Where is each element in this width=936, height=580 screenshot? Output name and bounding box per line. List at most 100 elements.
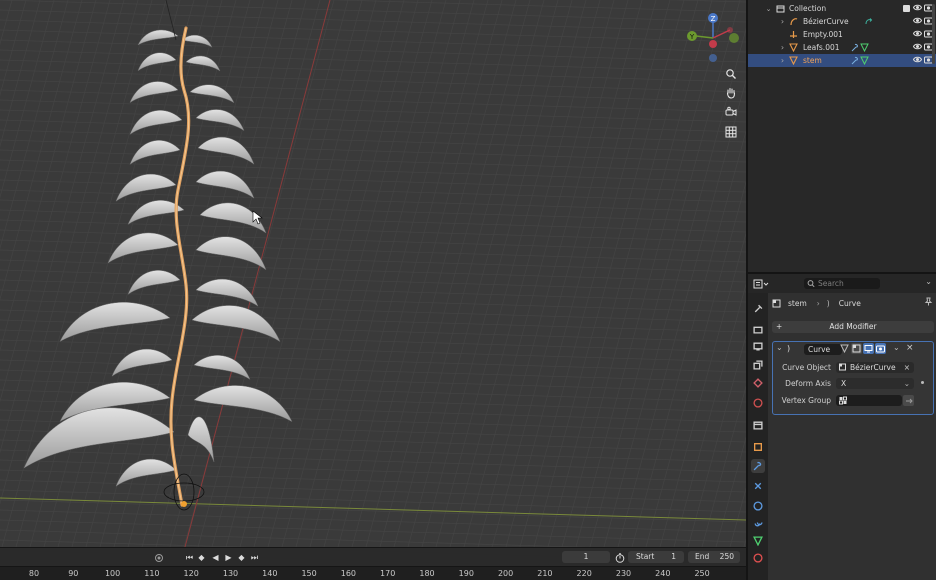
add-modifier-button[interactable]: + Add Modifier	[772, 321, 934, 333]
world-icon	[753, 398, 763, 408]
properties-search-input[interactable]: Search	[804, 278, 880, 289]
grid-ortho-icon	[725, 126, 737, 138]
pin-icon[interactable]	[924, 297, 933, 308]
outliner-item[interactable]: Empty.001	[748, 28, 936, 41]
tool-icon	[754, 304, 763, 313]
tab-object[interactable]	[751, 440, 765, 454]
chevron-right-icon[interactable]: ›	[778, 43, 787, 52]
eye-icon[interactable]	[912, 16, 923, 27]
modifier-menu-icon[interactable]: ⌄	[893, 343, 900, 352]
frame-ruler[interactable]: 80 90 100 110 120 130 140 150 160 170 180 190 200 210…	[0, 566, 746, 580]
eye-icon[interactable]	[912, 3, 923, 14]
end-frame-field[interactable]: End 250	[688, 551, 740, 563]
outliner-item[interactable]: › BézierCurve	[748, 15, 936, 28]
zoom-icon	[726, 69, 736, 79]
on-cage-icon[interactable]	[839, 343, 850, 354]
start-value: 1	[671, 552, 676, 561]
clear-field-icon[interactable]: ×	[904, 362, 910, 373]
tab-render[interactable]	[751, 322, 765, 336]
deform-axis-value: X	[841, 379, 847, 388]
eye-icon[interactable]	[912, 42, 923, 53]
outliner-item[interactable]: › stem	[748, 54, 936, 67]
tab-data[interactable]	[751, 534, 765, 548]
checkbox-icon[interactable]	[903, 5, 910, 12]
search-icon	[807, 278, 815, 292]
stopwatch-icon	[615, 552, 624, 563]
jump-end-icon: ⏭	[250, 552, 259, 562]
jump-end-button[interactable]: ⏭	[249, 552, 260, 563]
leaf-26	[187, 416, 215, 463]
tab-tool[interactable]	[751, 301, 765, 315]
leaf-1	[137, 29, 179, 46]
tab-output[interactable]	[751, 339, 765, 353]
ruler-tick-220: 220	[576, 569, 592, 578]
tab-constraints[interactable]	[751, 516, 765, 530]
modifier-wrench-icon	[753, 461, 762, 471]
tab-material[interactable]	[751, 551, 765, 565]
start-frame-field[interactable]: Start 1	[628, 551, 684, 563]
tab-world[interactable]	[751, 396, 765, 410]
ruler-tick-80: 80	[28, 569, 40, 578]
jump-start-button[interactable]: ⏮	[184, 552, 195, 563]
play-reverse-button[interactable]: ◀	[210, 552, 221, 563]
prev-keyframe-button[interactable]: ◆	[196, 552, 207, 563]
start-label: Start	[636, 552, 655, 561]
remove-modifier-icon[interactable]: ×	[906, 343, 914, 353]
ruler-tick-240: 240	[655, 569, 671, 578]
keyframe-dot-button[interactable]	[153, 552, 164, 563]
eye-icon[interactable]	[912, 55, 923, 66]
keyframe-dot-icon[interactable]	[921, 381, 924, 384]
invert-vertex-group-button[interactable]	[903, 395, 914, 406]
record-icon	[154, 553, 163, 562]
properties-tabs	[748, 293, 768, 580]
realtime-display-icon[interactable]	[863, 343, 874, 354]
edit-mode-icon[interactable]	[851, 343, 862, 354]
curve-object-field[interactable]: BézierCurve ×	[836, 362, 914, 373]
outliner-item[interactable]: › Leafs.001	[748, 41, 936, 54]
tab-scene[interactable]	[751, 376, 765, 390]
outliner-scrollbar[interactable]	[932, 4, 935, 64]
ruler-tick-180: 180	[419, 569, 435, 578]
end-label: End	[695, 552, 710, 561]
blender-window: { "viewport": { "navigation": { "z_axis"…	[0, 0, 936, 580]
wrench-icon	[851, 56, 869, 65]
y-axis-line	[184, 0, 331, 547]
ortho-toggle-button[interactable]	[723, 124, 739, 140]
collection-row[interactable]: ⌄ Collection	[748, 2, 936, 15]
editor-type-button[interactable]	[753, 278, 771, 289]
current-frame-field[interactable]: 1	[562, 551, 610, 563]
play-button[interactable]: ▶	[223, 552, 234, 563]
chevron-right-icon[interactable]: ›	[778, 17, 787, 26]
next-keyframe-button[interactable]: ◆	[236, 552, 247, 563]
leaf-11	[115, 173, 177, 202]
empty-icon	[789, 30, 798, 39]
curve-icon	[789, 17, 798, 26]
camera-view-button[interactable]	[723, 104, 739, 120]
tab-particles[interactable]	[751, 479, 765, 493]
svg-text:Y: Y	[689, 33, 695, 41]
navigation-gizmo[interactable]: Z Y	[686, 8, 744, 66]
zoom-button[interactable]	[723, 66, 739, 82]
stopwatch-button[interactable]	[614, 552, 625, 563]
deform-axis-dropdown[interactable]: X ⌄	[836, 378, 914, 389]
modifier-name-field[interactable]: Curve	[804, 344, 842, 355]
modifier-properties: stem › ) Curve + Add Modifier ⌄ ) Curve	[768, 293, 936, 580]
pan-button[interactable]	[723, 85, 739, 101]
tab-physics[interactable]	[751, 499, 765, 513]
tab-view-layer[interactable]	[751, 358, 765, 372]
curve-object-label: Curve Object	[782, 363, 831, 372]
properties-header: Search ⌄	[748, 274, 936, 293]
vertex-group-field[interactable]	[836, 395, 902, 406]
curve-modifier-panel: ⌄ ) Curve ⌄ × Curve Object BézierCurve ×…	[772, 341, 934, 415]
tab-collection[interactable]	[751, 418, 765, 432]
eye-icon[interactable]	[912, 29, 923, 40]
chevron-down-icon[interactable]: ⌄	[764, 4, 773, 13]
render-camera-icon[interactable]	[875, 343, 886, 354]
floor-grid	[0, 0, 746, 547]
tab-modifier-wrench[interactable]	[751, 459, 765, 473]
3d-viewport[interactable]: Z Y	[0, 0, 746, 547]
chevron-down-icon[interactable]: ⌄	[925, 277, 932, 286]
ruler-tick-140: 140	[262, 569, 278, 578]
chevron-down-icon[interactable]: ⌄	[776, 343, 783, 352]
chevron-right-icon[interactable]: ›	[778, 56, 787, 65]
